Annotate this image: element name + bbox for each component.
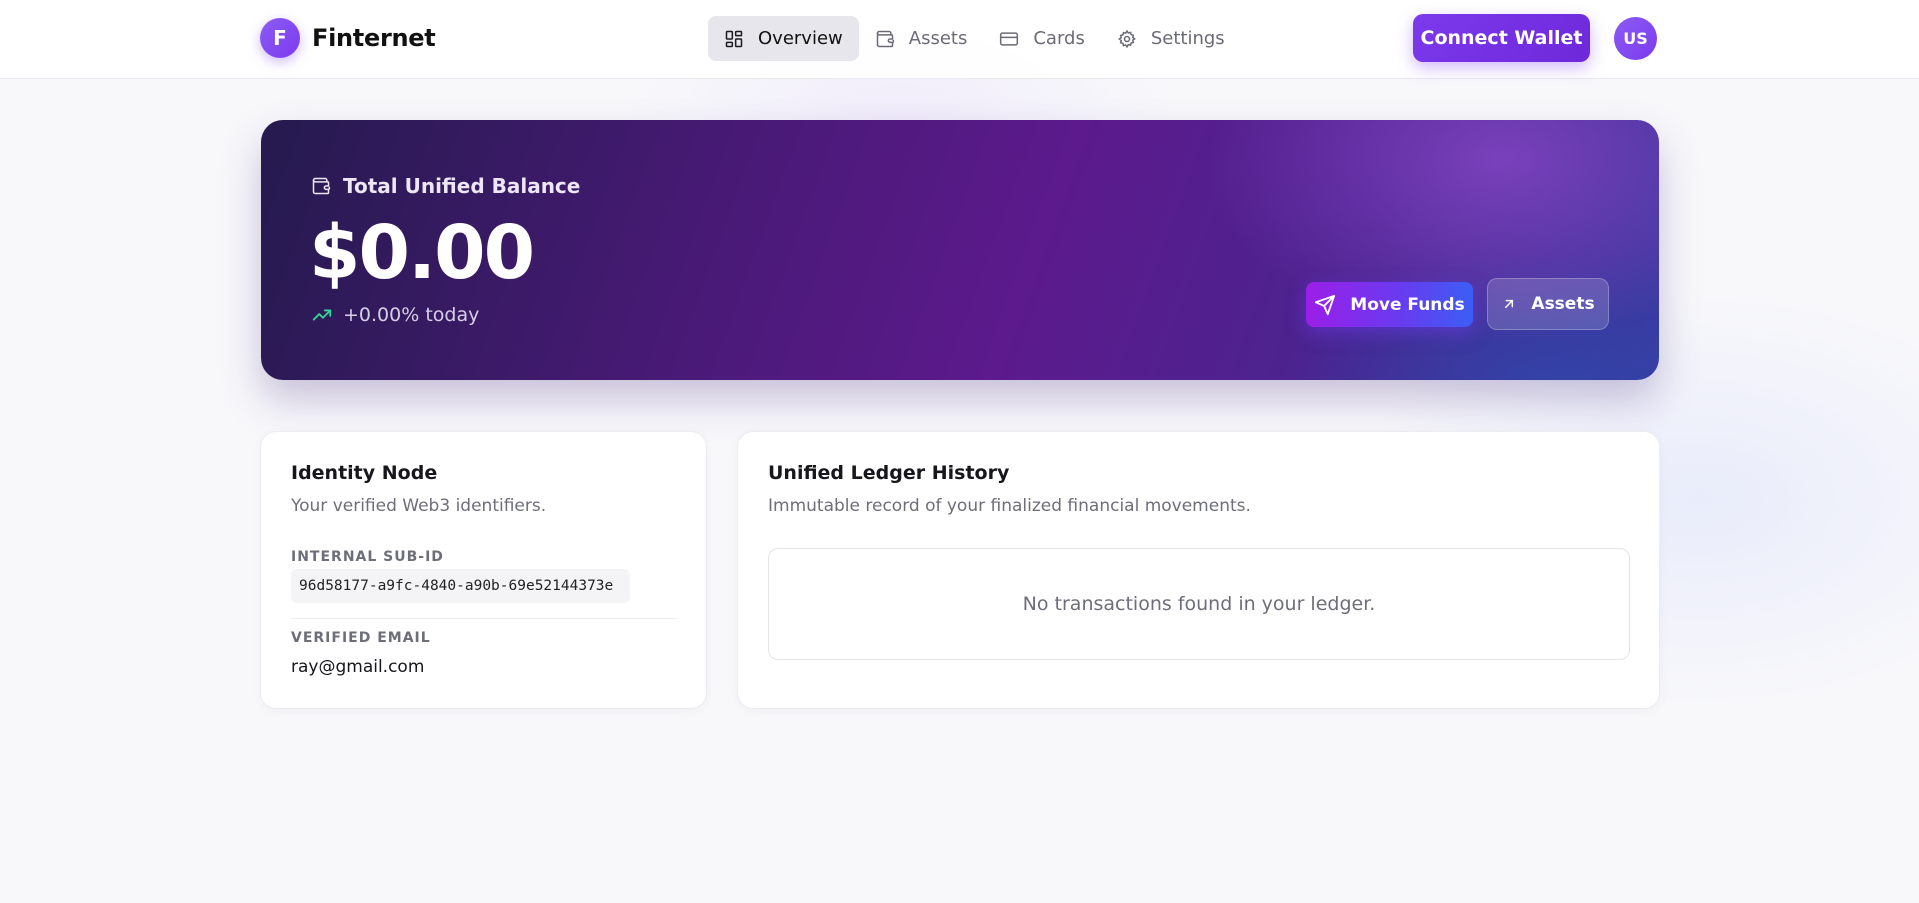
trending-up-icon [312,309,332,321]
wallet-icon [312,177,331,195]
gear-icon [1117,29,1136,48]
ledger-card: Unified Ledger History Immutable record … [737,431,1660,709]
nav-assets-label: Assets [908,28,968,49]
move-funds-label: Move Funds [1350,294,1465,315]
balance-label-row: Total Unified Balance [311,174,580,198]
credit-card-icon [1000,31,1019,46]
brand-logo: F [260,18,300,58]
nav-overview[interactable]: Overview [708,16,859,61]
top-header: F Finternet Overview Assets Cards Settin… [0,0,1919,79]
balance-change: +0.00% today [343,304,480,326]
move-funds-button[interactable]: Move Funds [1306,282,1473,327]
identity-subtitle: Your verified Web3 identifiers. [291,496,547,516]
arrow-up-right-icon [1505,299,1514,309]
grid-icon [725,30,743,47]
connect-wallet-button[interactable]: Connect Wallet [1413,14,1590,62]
sub-id-value[interactable]: 96d58177-a9fc-4840-a90b-69e52144373e [291,569,630,603]
email-label: Verified Email [291,630,431,646]
main-nav: Overview Assets Cards Settings [708,16,1241,61]
empty-message: No transactions found in your ledger. [1022,593,1376,615]
nav-settings-label: Settings [1150,28,1225,49]
assets-button[interactable]: Assets [1487,278,1609,330]
balance-amount: $0.00 [309,210,535,296]
email-value: ray@gmail.com [291,657,425,677]
avatar[interactable]: US [1614,17,1657,60]
ledger-empty-state: No transactions found in your ledger. [768,548,1630,660]
nav-cards[interactable]: Cards [983,16,1101,61]
wallet-icon [876,30,894,47]
ledger-subtitle: Immutable record of your finalized finan… [768,496,1251,516]
nav-assets[interactable]: Assets [859,16,984,61]
ledger-title: Unified Ledger History [768,462,1010,484]
sub-id-label: Internal Sub-ID [291,549,444,565]
balance-card: Total Unified Balance $0.00 +0.00% today… [261,120,1659,380]
nav-settings[interactable]: Settings [1101,16,1241,61]
balance-change-row: +0.00% today [311,304,479,326]
brand[interactable]: F Finternet [260,18,436,58]
nav-cards-label: Cards [1033,28,1085,49]
balance-label: Total Unified Balance [343,174,581,198]
identity-title: Identity Node [291,462,438,484]
nav-overview-label: Overview [758,28,843,49]
identity-card: Identity Node Your verified Web3 identif… [260,431,707,709]
assets-button-label: Assets [1531,294,1595,314]
send-icon [1315,294,1336,315]
brand-name: Finternet [312,24,436,52]
divider [291,618,676,619]
